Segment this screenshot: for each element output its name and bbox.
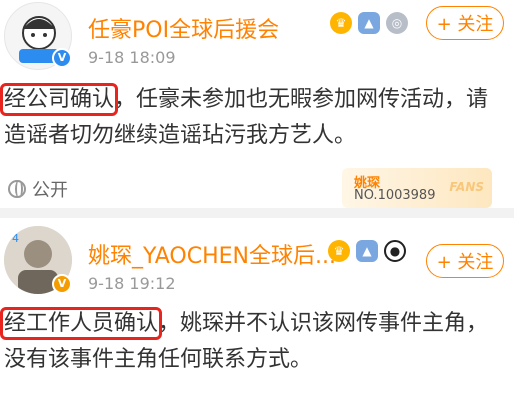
bag-icon: ▲ xyxy=(358,12,380,34)
highlighted-phrase: 经工作人员确认 xyxy=(0,307,163,340)
verified-badge-icon: V xyxy=(52,274,72,294)
globe-icon xyxy=(8,180,26,198)
svg-text:4: 4 xyxy=(12,232,19,245)
post-divider xyxy=(0,208,514,218)
post-text: 经公司确认，任豪未参加也无暇参加网传活动，请造谣者切勿继续造谣玷污我方艺人。 xyxy=(0,82,510,154)
follow-button[interactable]: + 关注 xyxy=(426,244,504,278)
fan-card-brand: FANS xyxy=(449,180,484,194)
crown-icon: ♛ xyxy=(328,240,350,262)
bag-icon: ▲ xyxy=(356,240,378,262)
follow-button[interactable]: + 关注 xyxy=(426,6,504,40)
crown-icon: ♛ xyxy=(330,12,352,34)
fan-card[interactable]: 姚琛 NO.1003989 FANS xyxy=(342,168,492,208)
panda-icon: ● xyxy=(384,240,406,262)
timestamp: 9-18 19:12 xyxy=(88,274,176,293)
username[interactable]: 姚琛_YAOCHEN全球后... xyxy=(88,238,336,270)
fan-card-number: NO.1003989 xyxy=(354,188,436,203)
weibo-post-1: V 任豪POI全球后援会 ♛ ▲ ◎ + 关注 9-18 18:09 经公司确认… xyxy=(0,0,514,208)
highlighted-phrase: 经公司确认 xyxy=(0,83,119,116)
medal-icon: ◎ xyxy=(386,12,408,34)
timestamp: 9-18 18:09 xyxy=(88,48,176,67)
post-text: 经工作人员确认，姚琛并不认识该网传事件主角，没有该事件主角任何联系方式。 xyxy=(0,306,510,378)
weibo-post-2: 4 V 姚琛_YAOCHEN全球后... ♛ ▲ ● + 关注 9-18 19:… xyxy=(0,218,514,405)
user-badges: ♛ ▲ ● xyxy=(328,240,406,262)
user-badges: ♛ ▲ ◎ xyxy=(330,12,408,34)
visibility-indicator: 公开 xyxy=(8,176,68,202)
verified-badge-icon: V xyxy=(52,48,72,68)
visibility-label: 公开 xyxy=(32,180,68,201)
username[interactable]: 任豪POI全球后援会 xyxy=(88,12,279,44)
